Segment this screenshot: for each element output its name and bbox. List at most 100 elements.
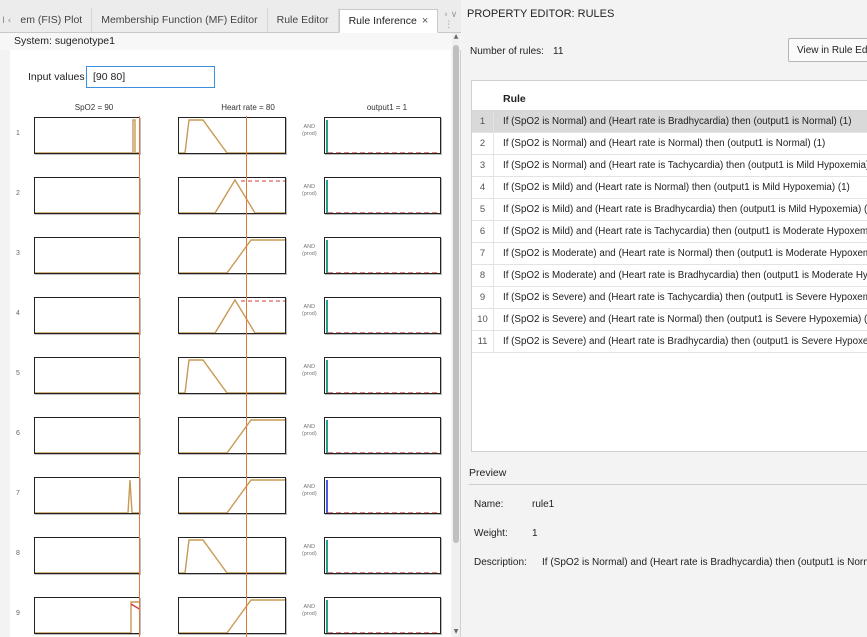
input-values-field[interactable]: [90 80]	[86, 66, 215, 88]
rule-row-text: If (SpO2 is Normal) and (Heart rate is B…	[503, 116, 852, 127]
number-of-rules-value: 11	[553, 46, 564, 57]
heart-rate-input-cursor-line[interactable]	[246, 116, 247, 637]
spo2-mf-plot[interactable]	[34, 117, 140, 154]
rule-row-text: If (SpO2 is Mild) and (Heart rate is Nor…	[503, 182, 850, 193]
view-in-rule-editor-button[interactable]: View in Rule Editor	[788, 38, 867, 62]
rule-table-row[interactable]: 1 If (SpO2 is Normal) and (Heart rate is …	[472, 110, 867, 133]
rule-row-number: 8	[472, 264, 494, 287]
and-operator-label: AND (prod)	[302, 244, 317, 257]
rule-table-row[interactable]: 4 If (SpO2 is Mild) and (Heart rate is No…	[472, 176, 867, 199]
inference-rule-row: 2 AND (prod)	[10, 172, 451, 232]
and-operator-label: AND (prod)	[302, 544, 317, 557]
heart-rate-mf-plot[interactable]	[178, 537, 286, 574]
rule-preview: Preview Name: rule1 Weight: 1 Descriptio…	[461, 458, 867, 637]
scroll-up-icon[interactable]: ▲	[452, 33, 460, 40]
rule-table-row[interactable]: 11 If (SpO2 is Severe) and (Heart rate is…	[472, 330, 867, 353]
spo2-input-cursor-line[interactable]	[139, 116, 140, 637]
rules-table-header: Rule	[472, 81, 867, 111]
heart-rate-mf-plot[interactable]	[178, 417, 286, 454]
rule-number: 2	[16, 190, 20, 197]
rule-row-text: If (SpO2 is Severe) and (Heart rate is T…	[503, 292, 867, 303]
rule-number: 8	[16, 550, 20, 557]
heart-rate-membership-curve	[179, 479, 285, 513]
rule-table-row[interactable]: 10 If (SpO2 is Severe) and (Heart rate is…	[472, 308, 867, 331]
rule-row-number: 10	[472, 308, 494, 331]
property-editor-title: PROPERTY EDITOR: RULES	[467, 8, 615, 20]
rule-table-row[interactable]: 7 If (SpO2 is Moderate) and (Heart rate i…	[472, 242, 867, 265]
and-operator-label: AND (prod)	[302, 424, 317, 437]
and-operator-label: AND (prod)	[302, 364, 317, 377]
rule-row-number: 4	[472, 176, 494, 199]
inference-rule-row: 6 AND (prod)	[10, 412, 451, 472]
spo2-membership-curve	[35, 601, 139, 633]
inference-rule-row: 9 AND (prod)	[10, 592, 451, 637]
and-operator-label: AND (prod)	[302, 124, 317, 137]
spo2-mf-plot[interactable]	[34, 417, 140, 454]
rule-number: 4	[16, 310, 20, 317]
rule-row-number: 1	[472, 110, 494, 133]
inference-rule-row: 5 AND (prod)	[10, 352, 451, 412]
output1-plot[interactable]	[324, 417, 441, 454]
rule-row-number: 6	[472, 220, 494, 243]
close-tab-icon[interactable]: ×	[422, 15, 428, 27]
output1-plot[interactable]	[324, 357, 441, 394]
heart-rate-mf-plot[interactable]	[178, 297, 286, 334]
rule-row-text: If (SpO2 is Moderate) and (Heart rate is…	[503, 270, 867, 281]
output1-plot[interactable]	[324, 297, 441, 334]
heart-rate-mf-plot[interactable]	[178, 237, 286, 274]
tab-fis-plot[interactable]: em (FIS) Plot	[11, 8, 93, 32]
heart-rate-membership-curve	[179, 599, 285, 633]
spo2-mf-plot[interactable]	[34, 537, 140, 574]
scrollbar-thumb[interactable]	[453, 45, 459, 543]
property-editor-panel: PROPERTY EDITOR: RULES Number of rules: …	[461, 0, 867, 637]
heart-rate-mf-plot[interactable]	[178, 477, 286, 514]
scroll-down-icon[interactable]: ▼	[452, 628, 460, 635]
preview-title: Preview	[469, 467, 507, 479]
tab-tools[interactable]: › ∨ ⋮	[444, 8, 461, 32]
inference-rule-row: 3 AND (prod)	[10, 232, 451, 292]
output1-plot[interactable]	[324, 237, 441, 274]
rule-row-text: If (SpO2 is Moderate) and (Heart rate is…	[503, 248, 867, 259]
inference-rule-row: 1 AND (prod)	[10, 112, 451, 172]
tab-label: em (FIS) Plot	[20, 14, 83, 26]
tab-rule-editor[interactable]: Rule Editor	[268, 8, 339, 32]
rule-table-row[interactable]: 2 If (SpO2 is Normal) and (Heart rate is …	[472, 132, 867, 155]
rule-number: 6	[16, 430, 20, 437]
rule-table-row[interactable]: 3 If (SpO2 is Normal) and (Heart rate is …	[472, 154, 867, 177]
preview-description-label: Description:	[474, 557, 527, 568]
tab-label: Rule Inference	[348, 15, 417, 27]
rule-table-row[interactable]: 5 If (SpO2 is Mild) and (Heart rate is Br…	[472, 198, 867, 221]
inference-plot-area: Input values [90 80] SpO2 = 90 Heart rat…	[10, 50, 451, 637]
output1-plot[interactable]	[324, 537, 441, 574]
spo2-mf-plot[interactable]	[34, 177, 140, 214]
rule-table-row[interactable]: 8 If (SpO2 is Moderate) and (Heart rate i…	[472, 264, 867, 287]
heart-rate-mf-plot[interactable]	[178, 597, 286, 634]
rule-row-text: If (SpO2 is Mild) and (Heart rate is Bra…	[503, 204, 867, 215]
output1-plot[interactable]	[324, 477, 441, 514]
output1-plot[interactable]	[324, 117, 441, 154]
heart-rate-mf-plot[interactable]	[178, 177, 286, 214]
rule-table-row[interactable]: 9 If (SpO2 is Severe) and (Heart rate is …	[472, 286, 867, 309]
output1-plot[interactable]	[324, 177, 441, 214]
rule-row-number: 2	[472, 132, 494, 155]
tab-scroll-left-icon[interactable]: I ‹	[2, 10, 11, 32]
column-header-spo2: SpO2 = 90	[74, 103, 114, 112]
heart-rate-mf-plot[interactable]	[178, 117, 286, 154]
heart-rate-membership-curve	[179, 178, 285, 213]
rule-column-header: Rule	[503, 93, 526, 105]
spo2-mf-plot[interactable]	[34, 297, 140, 334]
tab-mf-editor[interactable]: Membership Function (MF) Editor	[92, 8, 268, 32]
spo2-mf-plot[interactable]	[34, 357, 140, 394]
vertical-scrollbar[interactable]: ▲ ▼	[452, 33, 460, 637]
spo2-mf-plot[interactable]	[34, 597, 140, 634]
heart-rate-membership-curve	[179, 419, 285, 453]
output1-plot[interactable]	[324, 597, 441, 634]
spo2-mf-plot[interactable]	[34, 237, 140, 274]
heart-rate-membership-curve	[179, 298, 285, 333]
column-header-heart-rate: Heart rate = 80	[221, 103, 275, 112]
heart-rate-mf-plot[interactable]	[178, 357, 286, 394]
spo2-mf-plot[interactable]	[34, 477, 140, 514]
tab-rule-inference[interactable]: Rule Inference ×	[338, 9, 439, 33]
rule-row-number: 5	[472, 198, 494, 221]
rule-table-row[interactable]: 6 If (SpO2 is Mild) and (Heart rate is Ta…	[472, 220, 867, 243]
